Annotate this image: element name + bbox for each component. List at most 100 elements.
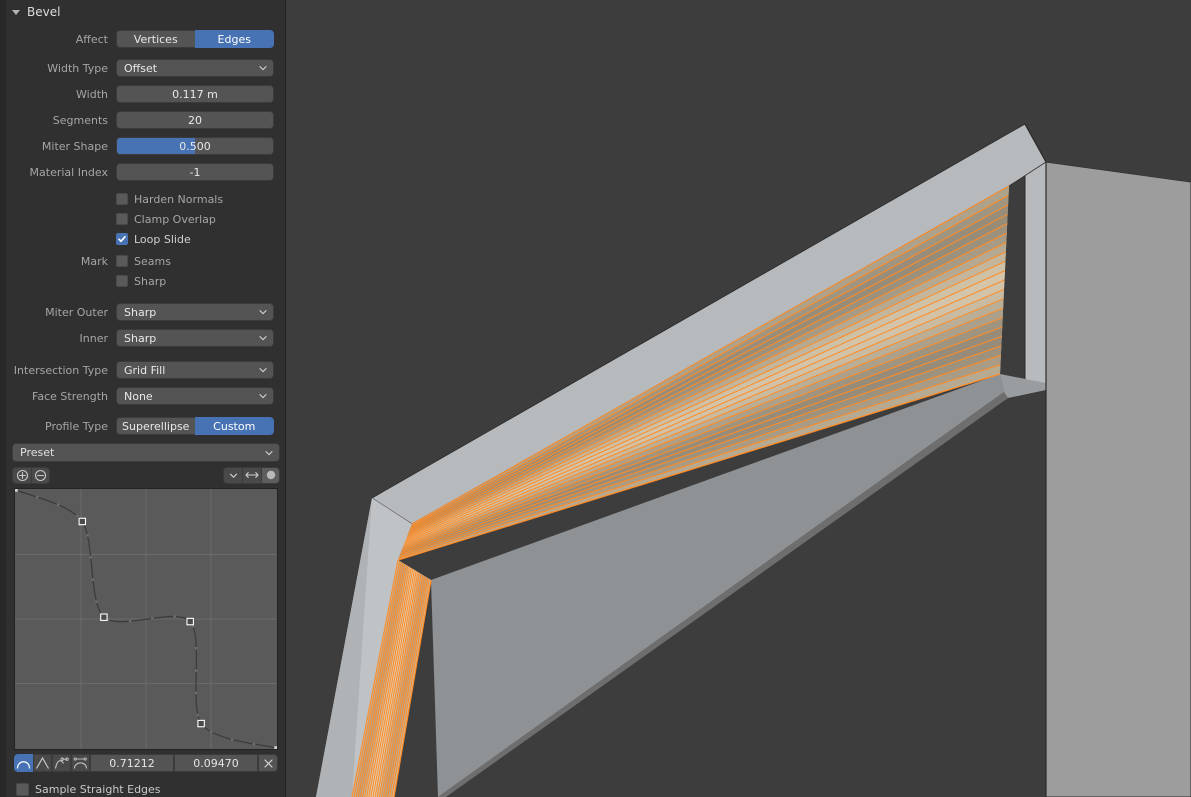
loop-slide-checkbox[interactable] — [116, 233, 128, 245]
width-type-value: Offset — [124, 61, 158, 75]
3d-viewport[interactable] — [286, 0, 1191, 797]
vector-handle-icon[interactable] — [33, 754, 52, 772]
profile-type-custom-button[interactable]: Custom — [194, 417, 274, 435]
width-type-row: Width Type Offset — [6, 57, 285, 79]
triangle-down-icon[interactable] — [12, 9, 20, 15]
miter-outer-row: Miter Outer Sharp — [6, 301, 285, 323]
affect-label: Affect — [75, 32, 108, 46]
segments-field[interactable]: 20 — [116, 111, 274, 129]
material-index-value: -1 — [189, 165, 201, 179]
miter-shape-label: Miter Shape — [41, 139, 108, 153]
zoom-out-icon[interactable] — [31, 466, 50, 484]
material-index-row: Material Index -1 — [6, 161, 285, 183]
bevel-properties-panel: Bevel Affect Vertices Edges Width Type O… — [0, 0, 286, 797]
harden-normals-label: Harden Normals — [134, 192, 224, 206]
mark-seams-checkbox[interactable] — [116, 255, 128, 267]
clamp-overlap-checkbox[interactable] — [116, 213, 128, 225]
face-strength-row: Face Strength None — [6, 385, 285, 407]
segments-label: Segments — [52, 113, 108, 127]
profile-type-superellipse-button[interactable]: Superellipse — [116, 417, 195, 435]
material-index-field[interactable]: -1 — [116, 163, 274, 181]
material-index-label: Material Index — [29, 165, 108, 179]
width-label: Width — [76, 87, 108, 101]
mark-label: Mark — [80, 254, 108, 268]
curve-tools-filled-circle-icon[interactable] — [261, 466, 280, 484]
clamp-overlap-label: Clamp Overlap — [134, 212, 216, 226]
harden-normals-row: Harden Normals — [6, 189, 285, 209]
face-strength-value: None — [124, 389, 153, 403]
curve-clipping-horizontal-arrows-icon[interactable] — [242, 466, 261, 484]
segments-value: 20 — [188, 113, 202, 127]
miter-outer-value: Sharp — [124, 305, 157, 319]
curve-point-x-field[interactable]: 0.71212 — [90, 754, 174, 772]
viewport-render — [286, 0, 1191, 797]
miter-inner-value: Sharp — [124, 331, 157, 345]
miter-shape-slider[interactable]: 0.500 — [116, 137, 274, 155]
auto-handle-icon[interactable] — [14, 754, 33, 772]
curve-point-y-value: 0.09470 — [193, 756, 239, 770]
profile-curve-svg — [15, 489, 277, 749]
loop-slide-label: Loop Slide — [134, 232, 191, 246]
profile-type-label: Profile Type — [45, 419, 108, 433]
affect-toggle-group: Vertices Edges — [116, 30, 274, 48]
mark-sharp-label: Sharp — [134, 274, 167, 288]
page-title: Bevel — [27, 5, 61, 19]
chevron-down-icon — [259, 392, 267, 400]
sample-straight-edges-label: Sample Straight Edges — [35, 782, 161, 796]
mark-seams-row: Mark Seams — [6, 251, 285, 271]
preset-row: Preset — [6, 443, 285, 462]
panel-header[interactable]: Bevel — [6, 0, 285, 24]
miter-shape-value: 0.500 — [179, 139, 211, 153]
profile-curve-editor[interactable] — [14, 488, 278, 750]
affect-edges-button[interactable]: Edges — [194, 30, 274, 48]
intersection-type-dropdown[interactable]: Grid Fill — [116, 361, 274, 379]
segments-row: Segments 20 — [6, 109, 285, 131]
mark-sharp-checkbox[interactable] — [116, 275, 128, 287]
mark-sharp-row: Sharp — [6, 271, 285, 291]
curve-menu-chevron-down-icon[interactable] — [223, 466, 242, 484]
miter-inner-row: Inner Sharp — [6, 327, 285, 349]
miter-outer-dropdown[interactable]: Sharp — [116, 303, 274, 321]
harden-normals-checkbox[interactable] — [116, 193, 128, 205]
affect-row: Affect Vertices Edges — [6, 28, 285, 50]
profile-type-toggle-group: Superellipse Custom — [116, 417, 274, 435]
width-field[interactable]: 0.117 m — [116, 85, 274, 103]
free-handle-icon[interactable] — [71, 754, 90, 772]
curve-zoom-group — [12, 466, 50, 484]
width-type-dropdown[interactable]: Offset — [116, 59, 274, 77]
sample-straight-edges-checkbox[interactable] — [16, 782, 29, 796]
chevron-down-icon — [265, 449, 273, 457]
miter-inner-label: Inner — [79, 331, 108, 345]
profile-type-row: Profile Type Superellipse Custom — [6, 415, 285, 437]
miter-outer-label: Miter Outer — [45, 305, 108, 319]
close-icon[interactable] — [258, 754, 278, 772]
zoom-in-icon[interactable] — [12, 466, 31, 484]
width-type-label: Width Type — [47, 61, 108, 75]
chevron-down-icon — [259, 334, 267, 342]
chevron-down-icon — [259, 308, 267, 316]
intersection-type-label: Intersection Type — [13, 363, 108, 377]
width-value: 0.117 m — [172, 87, 218, 101]
miter-shape-row: Miter Shape 0.500 — [6, 135, 285, 157]
face-strength-dropdown[interactable]: None — [116, 387, 274, 405]
aligned-handle-icon[interactable] — [52, 754, 71, 772]
mark-seams-label: Seams — [134, 254, 171, 268]
width-row: Width 0.117 m — [6, 83, 285, 105]
sample-straight-edges-row: Sample Straight Edges — [6, 778, 285, 797]
chevron-down-icon — [259, 366, 267, 374]
blender-window: Bevel Affect Vertices Edges Width Type O… — [0, 0, 1191, 797]
curve-options-group — [223, 466, 280, 484]
preset-dropdown[interactable]: Preset — [12, 443, 280, 462]
affect-vertices-button[interactable]: Vertices — [116, 30, 195, 48]
clamp-overlap-row: Clamp Overlap — [6, 209, 285, 229]
face-strength-label: Face Strength — [32, 389, 108, 403]
chevron-down-icon — [259, 64, 267, 72]
curve-point-y-field[interactable]: 0.09470 — [174, 754, 258, 772]
miter-inner-dropdown[interactable]: Sharp — [116, 329, 274, 347]
curve-point-x-value: 0.71212 — [109, 756, 155, 770]
preset-value: Preset — [20, 446, 55, 459]
intersection-type-value: Grid Fill — [124, 363, 166, 377]
loop-slide-row: Loop Slide — [6, 229, 285, 249]
curve-toolbar — [12, 466, 280, 484]
intersection-type-row: Intersection Type Grid Fill — [6, 359, 285, 381]
